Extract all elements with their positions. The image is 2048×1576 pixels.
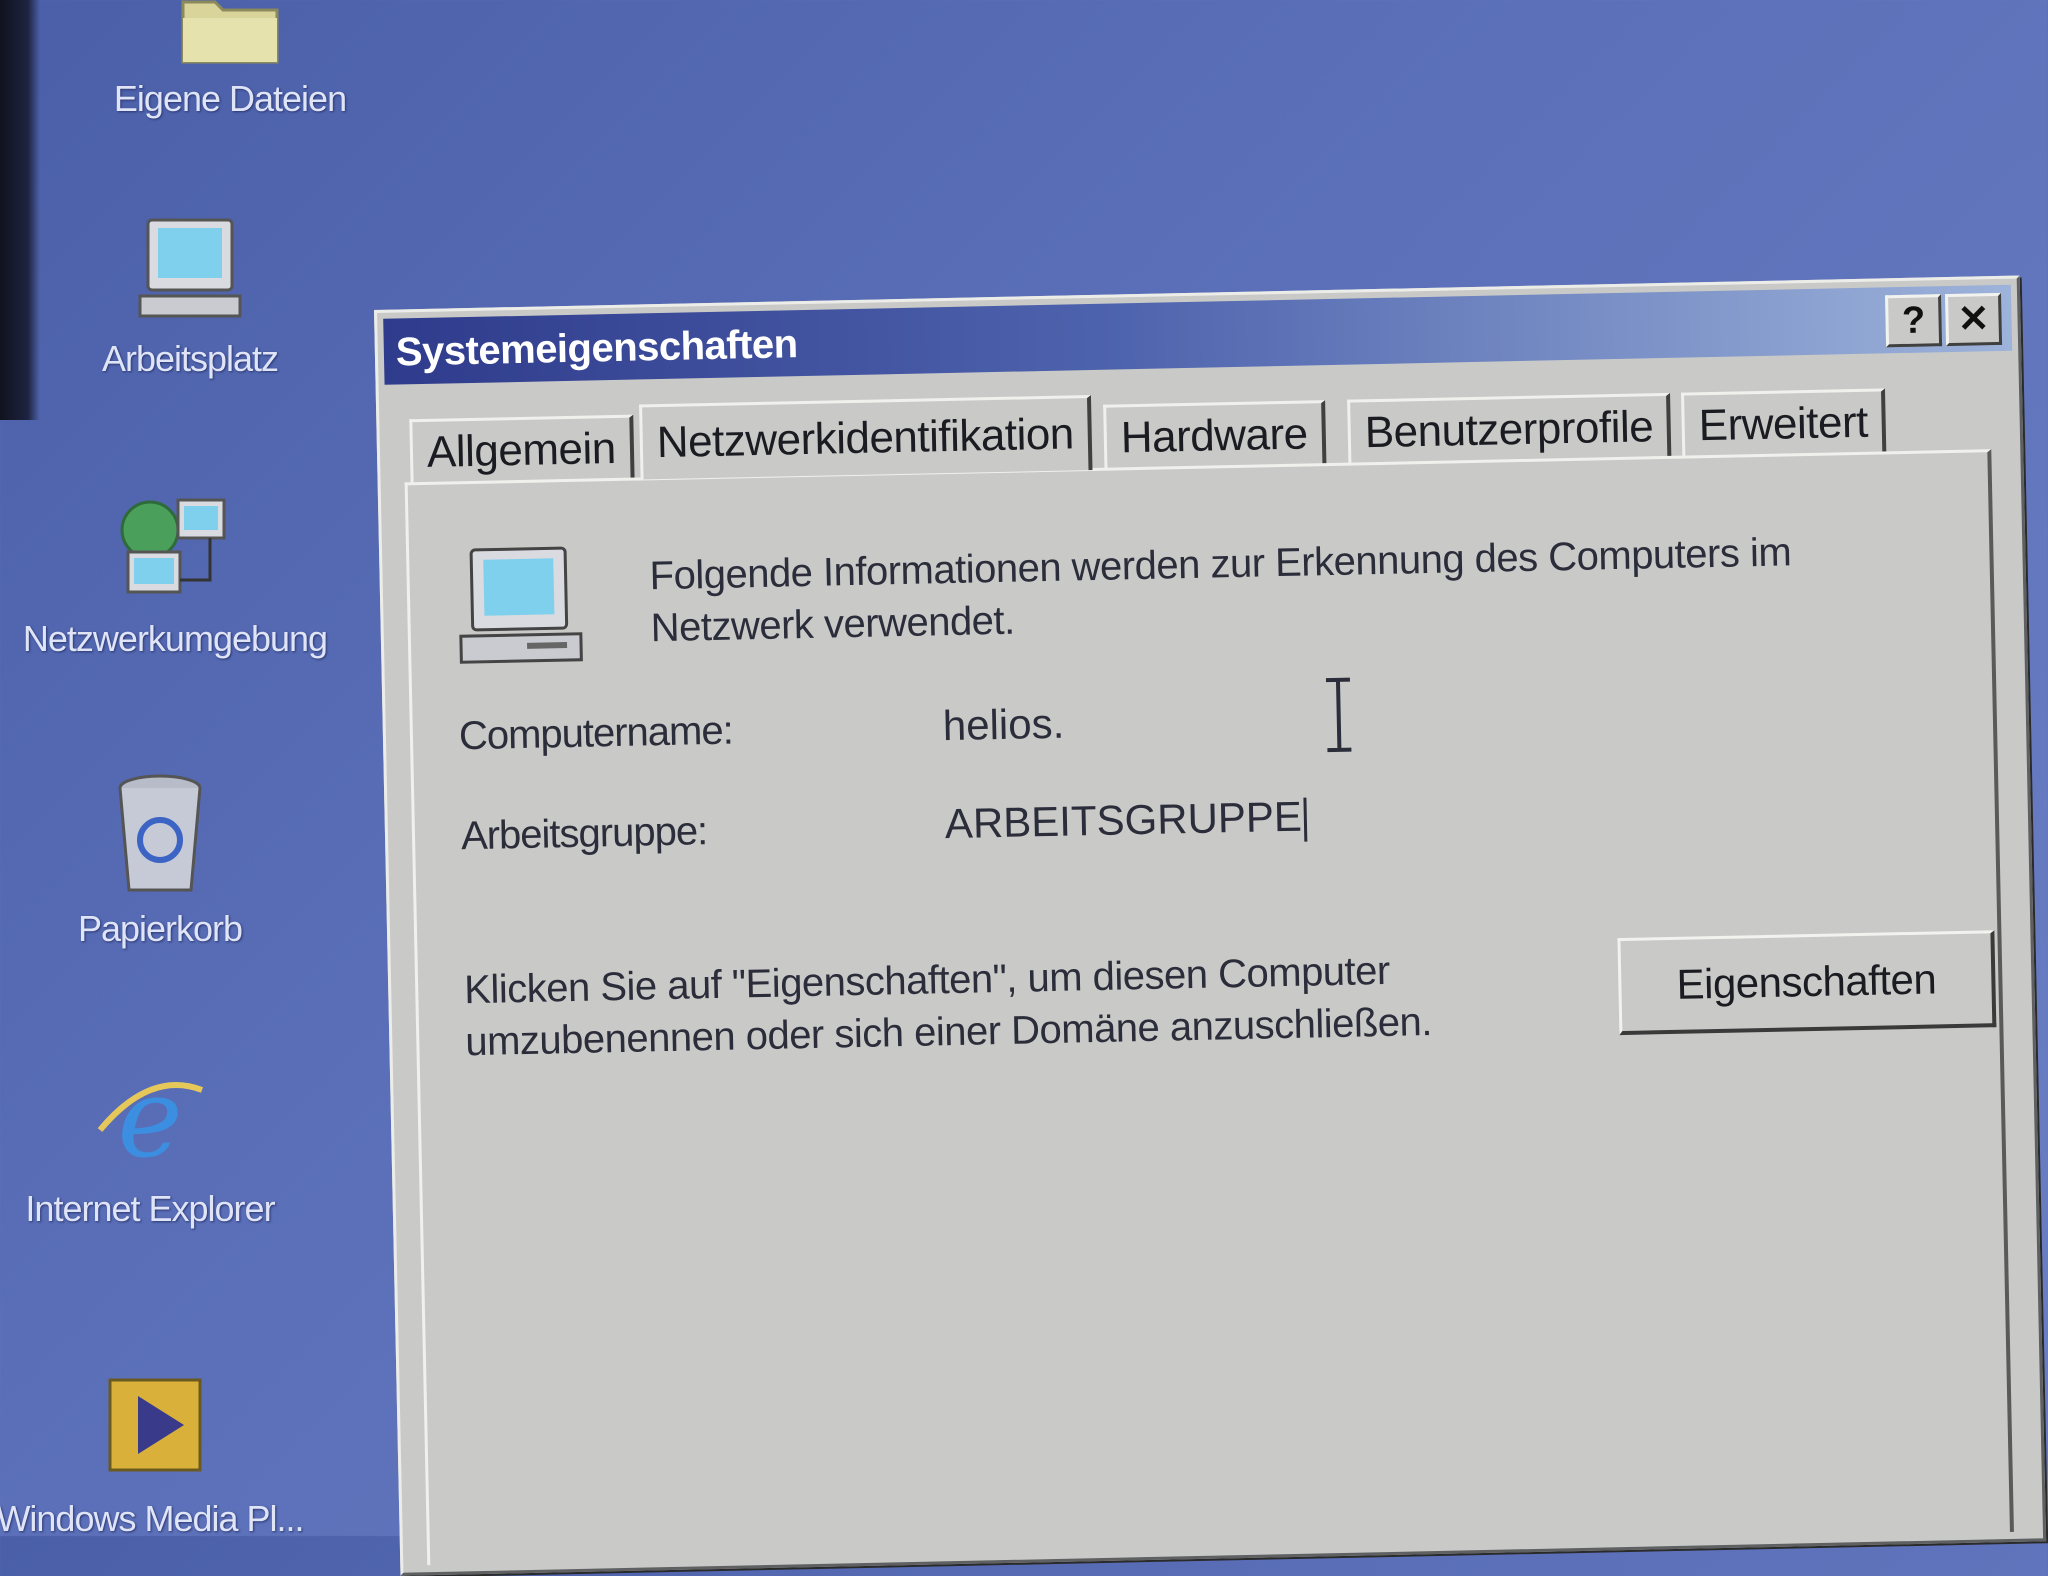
desktop-icon-label: Windows Media Pl... — [0, 1498, 305, 1539]
workgroup-field[interactable]: ARBEITSGRUPPE — [944, 792, 1308, 849]
media-player-icon — [108, 1378, 202, 1472]
computer-icon — [459, 546, 583, 664]
desktop-icon-label: Eigene Dateien — [113, 78, 347, 119]
folder-icon — [181, 0, 279, 64]
desktop-icon-recycle-bin[interactable]: Papierkorb — [0, 770, 330, 950]
svg-text:e: e — [117, 1060, 182, 1180]
text-cursor-icon — [1325, 677, 1352, 753]
computer-name-label: Computername: — [458, 708, 734, 759]
text-caret — [1303, 797, 1308, 842]
tab-panel: Folgende Informationen werden zur Erkenn… — [404, 449, 2014, 1566]
computer-name-value: helios. — [942, 699, 1065, 750]
help-button[interactable]: ? — [1885, 294, 1943, 348]
tab-hardware[interactable]: Hardware — [1103, 400, 1327, 470]
network-icon — [120, 498, 226, 594]
tab-user-profiles[interactable]: Benutzerprofile — [1347, 392, 1672, 465]
tab-advanced[interactable]: Erweitert — [1681, 388, 1887, 458]
rename-hint-text: Klicken Sie auf "Eigenschaften", um dies… — [463, 948, 1433, 1065]
tab-network-identification[interactable]: Netzwerkidentifikation — [639, 395, 1093, 480]
close-button[interactable]: ✕ — [1945, 292, 2003, 347]
desktop-icon-network[interactable]: Netzwerkumgebung — [5, 490, 345, 660]
recycle-bin-icon — [118, 774, 202, 892]
desktop-icon-label: Netzwerkumgebung — [22, 618, 328, 659]
info-text: Folgende Informationen werden zur Erkenn… — [649, 530, 1792, 651]
properties-button[interactable]: Eigenschaften — [1617, 930, 1997, 1036]
tab-general[interactable]: Allgemein — [409, 414, 635, 485]
system-properties-dialog: Systemeigenschaften ? ✕ Allgemein Netzwe… — [374, 275, 2047, 1576]
title-bar[interactable]: Systemeigenschaften ? ✕ — [383, 284, 2013, 385]
desktop-icon-my-documents[interactable]: Eigene Dateien — [60, 0, 400, 120]
computer-icon — [138, 218, 242, 318]
internet-explorer-icon: e — [97, 1060, 204, 1180]
dialog-title: Systemeigenschaften — [395, 322, 799, 375]
desktop-icon-media-player[interactable]: Windows Media Pl... — [0, 1370, 320, 1540]
workgroup-label: Arbeitsgruppe: — [460, 809, 708, 859]
desktop-icon-my-computer[interactable]: Arbeitsplatz — [20, 210, 360, 380]
desktop-icon-label: Papierkorb — [77, 908, 243, 949]
desktop-icon-internet-explorer[interactable]: e Internet Explorer — [0, 1060, 320, 1230]
workgroup-value: ARBEITSGRUPPE — [944, 792, 1303, 848]
desktop-icon-label: Arbeitsplatz — [101, 338, 279, 379]
desktop-icon-label: Internet Explorer — [25, 1188, 275, 1229]
